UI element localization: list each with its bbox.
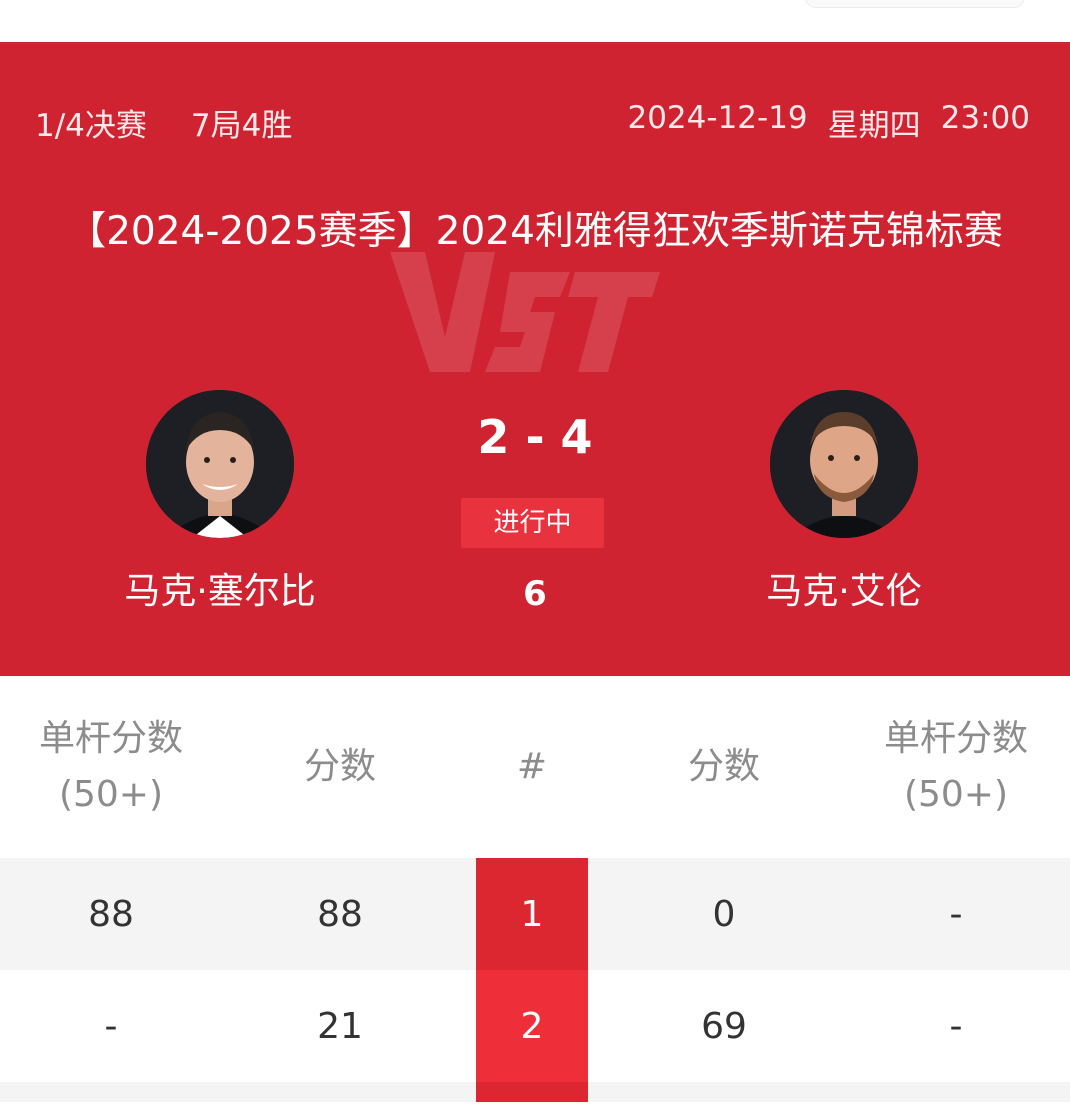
date-label: 2024-12-19 (627, 100, 808, 136)
header-left-break: 单杆分数 (50+) (0, 676, 222, 858)
current-frame: 6 (523, 574, 547, 614)
table-row[interactable] (0, 1082, 1070, 1102)
top-bar (0, 0, 1070, 42)
table-row[interactable]: - 21 2 69 - (0, 970, 1070, 1082)
player-left-photo (146, 390, 294, 538)
player-right-avatar[interactable] (770, 390, 918, 538)
header-frame-number: # (516, 746, 548, 787)
table-row[interactable]: 88 88 1 0 - (0, 858, 1070, 970)
header-right-break-label: 单杆分数 (50+) (883, 718, 1028, 815)
top-search-pill[interactable] (805, 0, 1025, 8)
match-meta-left: 1/4决赛 7局4胜 (35, 100, 292, 145)
player-left-name[interactable]: 马克·塞尔比 (70, 562, 370, 614)
header-left-break-label: 单杆分数 (50+) (38, 718, 183, 815)
match-header: 1/4决赛 7局4胜 2024-12-19 星期四 23:00 【2024-20… (0, 42, 1070, 676)
wst-logo-watermark (390, 252, 660, 372)
frame-score-table: 单杆分数 (50+) 分数 # 分数 单杆分数 (50+) 88 88 1 0 … (0, 676, 1070, 1102)
right-break-cell: - (949, 1005, 963, 1047)
frame-number-cell: 1 (476, 858, 588, 970)
weekday-label: 星期四 (827, 108, 921, 144)
frame-number-cell (476, 1082, 588, 1102)
tournament-title: 【2024-2025赛季】2024利雅得狂欢季斯诺克锦标赛 (67, 209, 1003, 254)
round-label: 1/4决赛 (35, 108, 147, 144)
right-score-cell: 69 (701, 1005, 747, 1047)
right-score-cell: 0 (712, 893, 736, 935)
status-badge: 进行中 (461, 498, 604, 548)
left-score-cell: 21 (317, 1005, 363, 1047)
left-break-cell: 88 (88, 893, 134, 935)
player-left-avatar[interactable] (146, 390, 294, 538)
left-break-cell: - (104, 1005, 118, 1047)
table-header: 单杆分数 (50+) 分数 # 分数 单杆分数 (50+) (0, 676, 1070, 858)
header-right-score: 分数 (687, 746, 760, 787)
header-left-score: 分数 (303, 746, 376, 787)
frame-number-cell: 2 (476, 970, 588, 1082)
time-label: 23:00 (940, 100, 1030, 136)
right-break-cell: - (949, 893, 963, 935)
match-score: 2 - 4 (477, 410, 593, 464)
player-right-name[interactable]: 马克·艾伦 (694, 562, 994, 614)
header-right-break: 单杆分数 (50+) (842, 676, 1070, 858)
match-datetime: 2024-12-19 星期四 23:00 (627, 100, 1030, 145)
format-label: 7局4胜 (190, 108, 293, 144)
player-right-photo (770, 390, 918, 538)
left-score-cell: 88 (317, 893, 363, 935)
